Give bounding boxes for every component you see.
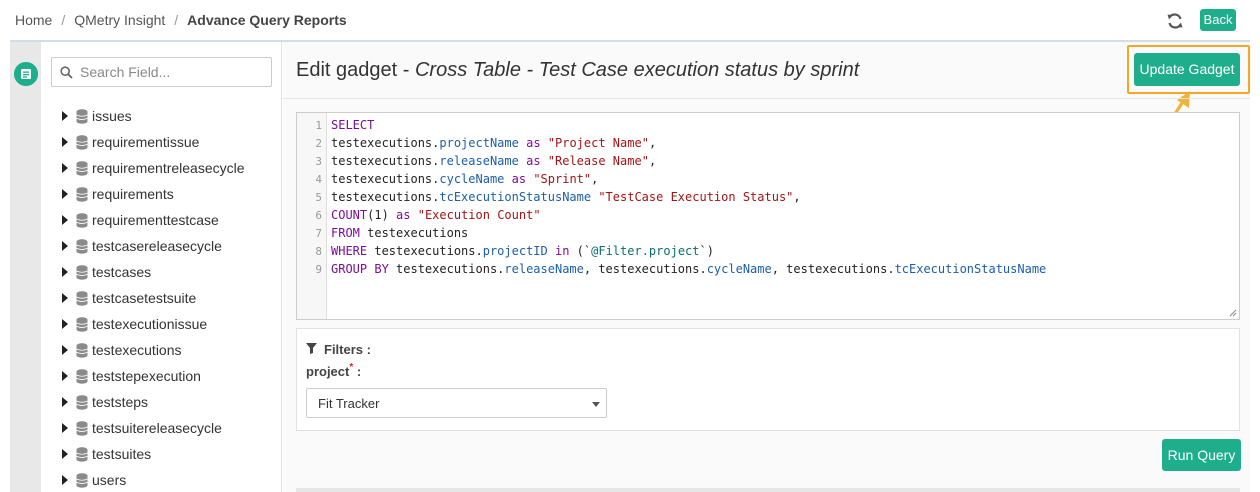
caret-right-icon[interactable] [62,111,68,121]
gadget-name: Cross Table - Test Case execution status… [414,59,860,81]
tree-item-label: testcases [92,264,152,280]
caret-right-icon[interactable] [62,293,68,303]
caret-right-icon[interactable] [62,449,68,459]
line-number: 3 [315,155,322,168]
caret-right-icon[interactable] [62,345,68,355]
tree-item-label: testcasereleasecycle [92,238,222,254]
caret-right-icon[interactable] [62,241,68,251]
line-number: 6 [315,209,322,222]
code-line[interactable]: testexecutions.cycleName as "Sprint", [331,172,598,186]
filters-heading: Filters : [306,342,371,357]
line-number: 5 [315,191,322,204]
breadcrumb: Home / QMetry Insight / Advance Query Report… [15,12,347,28]
search-box [51,57,272,87]
section-divider [283,98,1250,99]
line-number: 2 [315,137,322,150]
code-line[interactable]: testexecutions.releaseName as "Release N… [331,154,656,168]
line-number: 9 [315,263,322,276]
results-panel-edge [296,488,1240,492]
run-query-button[interactable]: Run Query [1162,439,1241,471]
required-marker: * [349,362,354,373]
tree-item-label: requirementreleasecycle [92,160,245,176]
project-label-colon: : [353,364,362,379]
project-label-text: project [306,364,350,379]
page-title: Edit gadget - Cross Table - Test Case ex… [296,59,859,82]
tree-item-label: requirements [92,186,174,202]
back-button[interactable]: Back [1200,9,1236,31]
caret-right-icon[interactable] [62,189,68,199]
caret-right-icon[interactable] [62,163,68,173]
code-line[interactable]: GROUP BY testexecutions.releaseName, tes… [331,262,1046,276]
caret-right-icon[interactable] [62,475,68,485]
tree-item-label: requirementtestcase [92,212,219,228]
database-icon [76,317,88,332]
line-number: 1 [315,119,322,132]
refresh-icon[interactable] [1166,12,1184,30]
caret-right-icon[interactable] [62,137,68,147]
database-icon [76,343,88,358]
caret-right-icon[interactable] [62,397,68,407]
project-select-value: Fit Tracker [318,396,380,411]
query-editor[interactable]: 1 2 3 4 5 6 7 8 9 SELECT testexecutions.projectNa… [296,112,1240,320]
code-line[interactable]: FROM testexecutions [331,226,468,240]
breadcrumb-home[interactable]: Home [15,12,52,28]
menu-icon[interactable] [14,62,38,86]
update-gadget-button[interactable]: Update Gadget [1134,53,1240,86]
database-icon [76,239,88,254]
tree-item-label: testcasetestsuite [92,290,197,306]
caret-right-icon[interactable] [62,319,68,329]
breadcrumb-separator: / [174,12,179,28]
line-number-gutter: 1 2 3 4 5 6 7 8 9 [297,113,327,319]
tree-item-label: testexecutions [92,342,182,358]
database-icon [76,135,88,150]
tree-item-label: requirementissue [92,134,200,150]
filters-heading-text: Filters : [324,342,371,357]
database-icon [76,109,88,124]
breadcrumb-current: Advance Query Reports [187,12,347,28]
database-icon [76,369,88,384]
caret-right-icon[interactable] [62,267,68,277]
project-select[interactable]: Fit Tracker [306,388,607,418]
database-icon [76,187,88,202]
database-icon [76,421,88,436]
database-icon [76,447,88,462]
database-icon [76,213,88,228]
database-icon [76,291,88,306]
breadcrumb-separator: / [61,12,66,28]
line-number: 8 [315,245,322,258]
resize-handle-icon[interactable] [1229,309,1237,317]
line-number: 4 [315,173,322,186]
code-line[interactable]: WHERE testexecutions.projectID in (`@Fil… [331,244,714,258]
database-icon [76,265,88,280]
tree-item-label: testsuitereleasecycle [92,420,222,436]
code-line[interactable]: SELECT [331,118,374,132]
project-filter-label: project* : [306,362,362,379]
code-line[interactable]: testexecutions.tcExecutionStatusName "Te… [331,190,801,204]
tree-item-label: teststepexecution [92,368,201,384]
database-icon [76,395,88,410]
tree-item-label: users [92,472,127,488]
title-prefix: Edit gadget - [296,59,415,81]
caret-right-icon[interactable] [62,371,68,381]
line-number: 7 [315,227,322,240]
top-bar: Home / QMetry Insight / Advance Query Report… [0,0,1260,40]
tree-item-label: issues [92,108,132,124]
search-input[interactable] [80,62,265,82]
chevron-down-icon [592,402,600,407]
tree-item-label: testsuites [92,446,152,462]
tree-item-label: teststeps [92,394,149,410]
code-line[interactable]: COUNT(1) as "Execution Count" [331,208,541,222]
caret-right-icon[interactable] [62,215,68,225]
database-icon [76,161,88,176]
side-rail [10,42,41,492]
breadcrumb-qmetry-insight[interactable]: QMetry Insight [74,12,165,28]
search-icon [60,66,73,79]
database-icon [76,473,88,488]
code-line[interactable]: testexecutions.projectName as "Project N… [331,136,656,150]
caret-right-icon[interactable] [62,423,68,433]
tree-item-label: testexecutionissue [92,316,208,332]
